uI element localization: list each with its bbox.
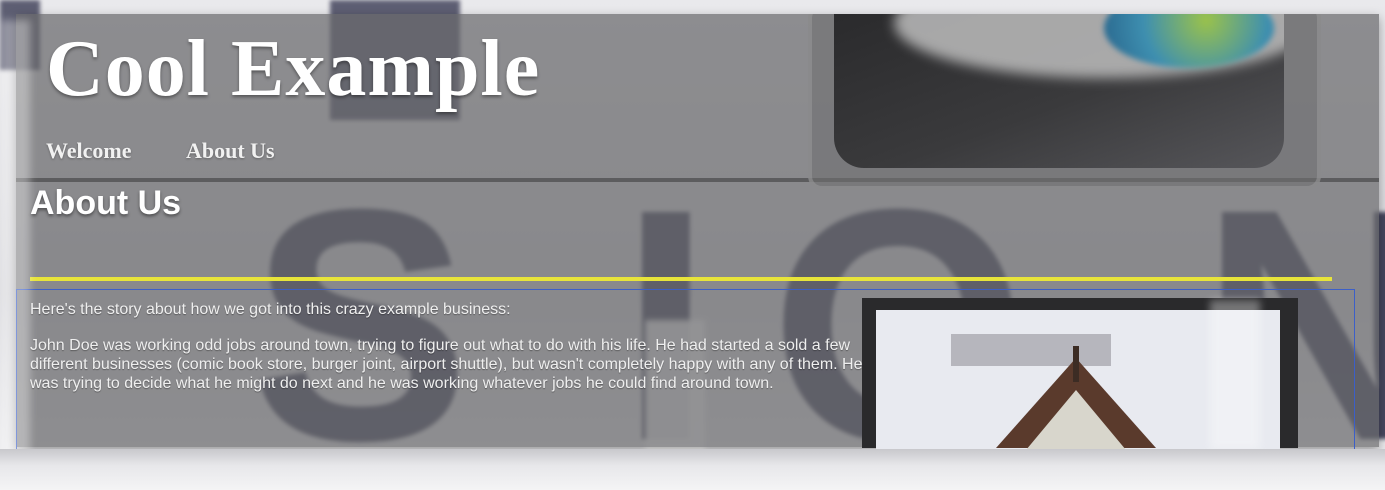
- site-header: Cool Example Welcome About Us: [16, 14, 1379, 190]
- site-title: Cool Example: [46, 25, 541, 113]
- main-nav: Welcome About Us: [46, 138, 325, 164]
- story-text: Here's the story about how we got into t…: [30, 300, 870, 410]
- nav-link-welcome[interactable]: Welcome: [46, 138, 132, 163]
- heading-divider: [30, 277, 1332, 281]
- header-photo-frame: [808, 14, 1321, 190]
- bottom-band: [0, 449, 1385, 490]
- nav-link-about-us[interactable]: About Us: [186, 138, 275, 163]
- building-roof: [1026, 390, 1126, 450]
- blur-overlay: [1210, 300, 1260, 450]
- page-heading: About Us: [30, 184, 182, 222]
- blur-overlay: [0, 20, 30, 470]
- story-intro: Here's the story about how we got into t…: [30, 301, 511, 318]
- story-paragraph: John Doe was working odd jobs around tow…: [30, 337, 863, 392]
- header-photo: [834, 14, 1284, 168]
- building-spire: [1073, 346, 1079, 382]
